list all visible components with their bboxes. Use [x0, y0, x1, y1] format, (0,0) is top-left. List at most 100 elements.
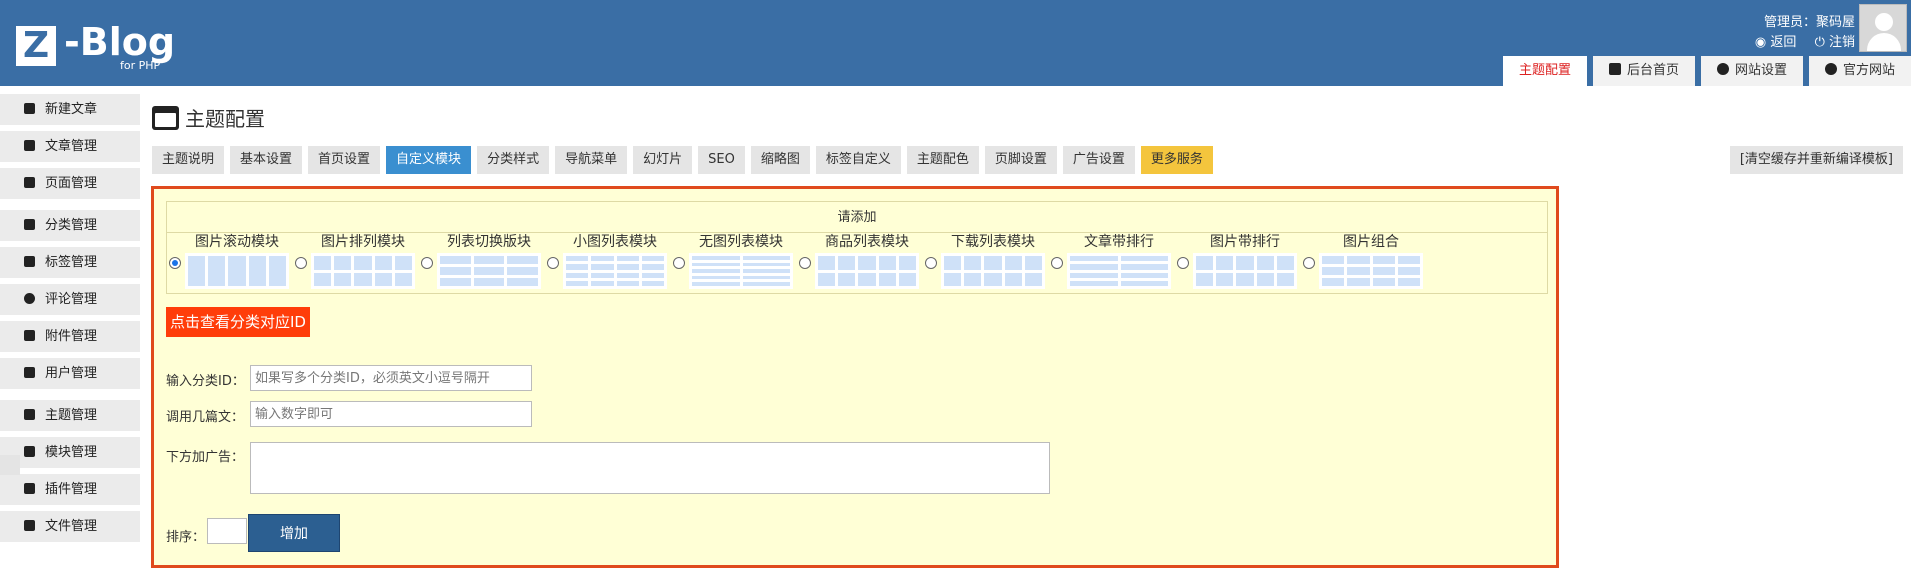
menu-theme-manage[interactable]: 主题管理 [0, 400, 140, 431]
thumbnail-cell [1236, 272, 1254, 286]
thumbnail-cell [898, 256, 916, 270]
thumbnail-cell [818, 272, 836, 286]
tab-slideshow[interactable]: 幻灯片 [633, 146, 693, 174]
tab-ad-settings[interactable]: 广告设置 [1062, 146, 1135, 174]
tab-thumbnail[interactable]: 缩略图 [750, 146, 810, 174]
menu-tag-manage[interactable]: 标签管理 [0, 247, 140, 278]
module-radio[interactable] [673, 257, 685, 269]
menu-file-manage[interactable]: 文件管理 [0, 511, 140, 542]
topnav-official-site[interactable]: 官方网站 [1808, 56, 1911, 86]
module-radio[interactable] [421, 257, 433, 269]
module-thumbnail [1067, 253, 1171, 289]
module-name: 小图列表模块 [573, 234, 657, 250]
module-option[interactable]: 图片排列模块 [293, 233, 419, 293]
custom-module-panel: 请添加 图片滚动模块 图片排列模块 列表切换版块 小图列表模块 无图列表模块 商品列表模块… [151, 186, 1559, 568]
module-option[interactable]: 商品列表模块 [797, 233, 923, 293]
tab-custom-tags[interactable]: 标签自定义 [815, 146, 901, 174]
menu-attachment-manage[interactable]: 附件管理 [0, 321, 140, 352]
tab-custom-modules[interactable]: 自定义模块 [386, 146, 472, 174]
thumbnail-cell [616, 264, 639, 270]
topnav-dashboard[interactable]: 后台首页 [1592, 56, 1695, 86]
attachment-icon [24, 330, 35, 341]
module-radio[interactable] [1303, 257, 1315, 269]
thumbnail-cell [354, 272, 372, 286]
thumbnail-cell [984, 272, 1002, 286]
tab-theme-colors[interactable]: 主题配色 [906, 146, 979, 174]
menu-category-manage[interactable]: 分类管理 [0, 210, 140, 241]
thumbnail-cell [641, 264, 664, 270]
clear-cache-button[interactable]: [清空缓存并重新编译模板] [1729, 146, 1903, 174]
thumbnail-cell [898, 272, 916, 286]
logo-text: -Blog [64, 20, 176, 64]
module-radio[interactable] [169, 257, 181, 269]
module-radio[interactable] [1051, 257, 1063, 269]
category-id-input[interactable] [250, 365, 532, 391]
module-radio[interactable] [295, 257, 307, 269]
thumbnail-cell [1256, 256, 1274, 270]
tab-footer-settings[interactable]: 页脚设置 [984, 146, 1057, 174]
module-option[interactable]: 图片滚动模块 [167, 233, 293, 293]
module-option[interactable]: 下载列表模块 [923, 233, 1049, 293]
count-label: 调用几篇文： [166, 410, 245, 425]
module-option[interactable]: 无图列表模块 [671, 233, 797, 293]
module-option[interactable]: 图片带排行 [1175, 233, 1301, 293]
module-thumbnail [563, 253, 667, 289]
module-radio[interactable] [1177, 257, 1189, 269]
menu-page-manage[interactable]: 页面管理 [0, 168, 140, 199]
avatar[interactable] [1859, 4, 1907, 52]
tab-home-settings[interactable]: 首页设置 [308, 146, 381, 174]
module-name: 无图列表模块 [699, 234, 783, 250]
back-link[interactable]: ◉ 返回 [1755, 35, 1797, 50]
article-count-input[interactable] [250, 401, 532, 427]
module-option[interactable]: 列表切换版块 [419, 233, 545, 293]
thumbnail-cell [616, 272, 639, 278]
menu-comment-manage[interactable]: 评论管理 [0, 284, 140, 315]
thumbnail-cell [507, 267, 538, 275]
ad-label: 下方加广告： [166, 450, 245, 465]
module-radio[interactable] [799, 257, 811, 269]
topnav-site-settings[interactable]: 网站设置 [1700, 56, 1803, 86]
module-option[interactable]: 文章带排行 [1049, 233, 1175, 293]
thumbnail-cell [374, 256, 392, 270]
thumbnail-cell [1196, 272, 1214, 286]
module-name: 下载列表模块 [951, 234, 1035, 250]
menu-article-manage[interactable]: 文章管理 [0, 131, 140, 162]
view-category-id-button[interactable]: 点击查看分类对应ID [166, 307, 310, 337]
thumbnail-cell [566, 264, 589, 270]
menu-new-article[interactable]: 新建文章 [0, 94, 140, 125]
module-radio[interactable] [925, 257, 937, 269]
thumbnail-cell [838, 256, 856, 270]
tab-nav-menu[interactable]: 导航菜单 [555, 146, 628, 174]
thumbnail-cell [354, 256, 372, 270]
tab-basic-settings[interactable]: 基本设置 [230, 146, 303, 174]
tab-more-services[interactable]: 更多服务 [1140, 146, 1213, 174]
plugin-icon [24, 483, 35, 494]
logout-link[interactable]: ⏻ 注销 [1815, 35, 1855, 50]
module-option[interactable]: 图片组合 [1301, 233, 1427, 293]
order-input[interactable] [207, 518, 247, 544]
thumbnail-cell [964, 272, 982, 286]
thumbnail-cell [964, 256, 982, 270]
ad-textarea[interactable] [250, 442, 1050, 494]
thumbnail-cell [314, 272, 332, 286]
thumbnail-cell [228, 256, 246, 286]
sidebar-toggle-handle[interactable] [0, 455, 20, 475]
module-radio[interactable] [547, 257, 559, 269]
tab-theme-intro[interactable]: 主题说明 [152, 146, 225, 174]
tab-seo[interactable]: SEO [698, 146, 745, 174]
module-option[interactable]: 小图列表模块 [545, 233, 671, 293]
gear-icon [1716, 63, 1729, 75]
menu-plugin-manage[interactable]: 插件管理 [0, 474, 140, 505]
thumbnail-cell [334, 272, 352, 286]
thumbnail-cell [1276, 272, 1294, 286]
menu-module-manage[interactable]: 模块管理 [0, 437, 140, 468]
thumbnail-cell [1196, 256, 1214, 270]
thumbnail-cell [742, 275, 790, 280]
thumbnail-cell [440, 278, 471, 286]
add-button[interactable]: 增加 [248, 514, 340, 552]
thumbnail-cell [1372, 278, 1395, 286]
tab-category-style[interactable]: 分类样式 [477, 146, 550, 174]
thumbnail-cell [1120, 256, 1168, 262]
topnav-theme-config[interactable]: 主题配置 [1502, 56, 1587, 86]
menu-user-manage[interactable]: 用户管理 [0, 358, 140, 389]
